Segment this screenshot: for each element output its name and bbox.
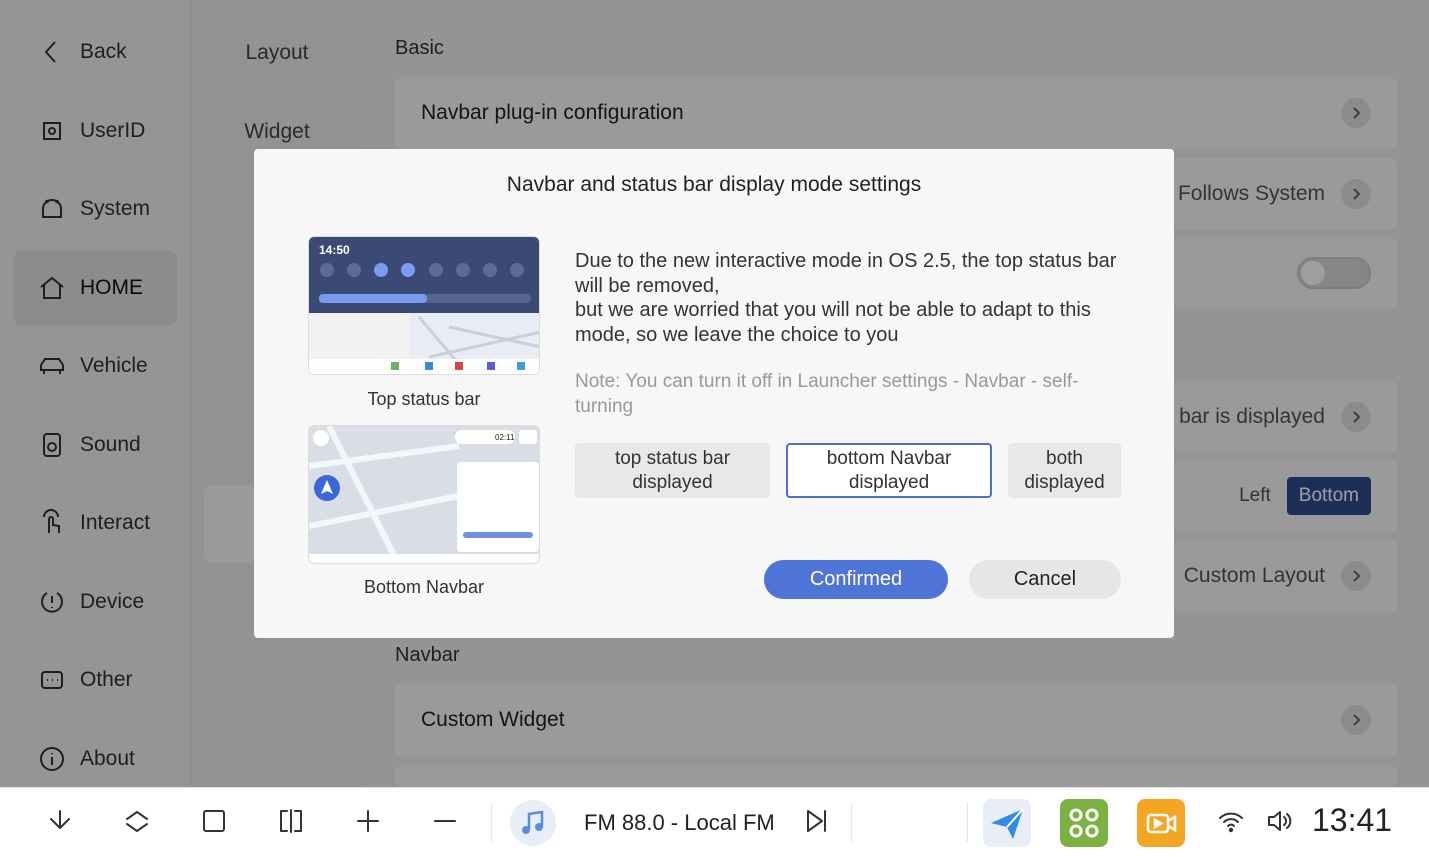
square-icon[interactable]: [197, 804, 231, 838]
split-screen-icon[interactable]: [274, 804, 308, 838]
dialog-note: Note: You can turn it off in Launcher se…: [575, 371, 1079, 417]
apps-grid-icon[interactable]: [1060, 799, 1108, 847]
navigation-app-icon[interactable]: [983, 799, 1031, 847]
dialog-title: Navbar and status bar display mode setti…: [506, 173, 922, 196]
bottom-navbar-label: Bottom Navbar: [363, 577, 485, 597]
wifi-icon[interactable]: [1214, 804, 1248, 838]
video-app-icon[interactable]: [1137, 799, 1185, 847]
option-bottom-navbar[interactable]: bottom Navbar displayed: [786, 443, 992, 498]
top-status-bar-preview[interactable]: 14:50: [308, 236, 540, 375]
now-playing-label[interactable]: FM 88.0 - Local FM: [584, 810, 775, 836]
description-line-2: but we are worried that you will not be …: [575, 299, 1091, 346]
clock: 13:41: [1312, 802, 1393, 838]
bottom-navbar: FM 88.0 - Local FM 13:41: [0, 787, 1429, 857]
option-top-status-bar[interactable]: top status bar displayed: [575, 443, 770, 498]
confirm-button[interactable]: Confirmed: [764, 560, 948, 599]
separator: [851, 802, 852, 842]
option-both[interactable]: both displayed: [1008, 443, 1121, 498]
separator: [967, 802, 968, 842]
dialog-description: Due to the new interactive mode in OS 2.…: [575, 249, 1135, 347]
plus-icon[interactable]: [351, 804, 385, 838]
settings-app: Back UserID System HOME Vehicle Sound In…: [0, 0, 1429, 787]
separator: [491, 802, 492, 842]
preview-time: 02:11: [495, 433, 515, 442]
skip-next-icon[interactable]: [799, 804, 833, 838]
bottom-navbar-preview[interactable]: 02:11: [308, 425, 540, 564]
volume-icon[interactable]: [1262, 804, 1296, 838]
preview-time: 14:50: [319, 243, 350, 257]
description-line-1: Due to the new interactive mode in OS 2.…: [575, 250, 1117, 297]
display-mode-dialog: Navbar and status bar display mode setti…: [254, 149, 1174, 638]
minus-icon[interactable]: [428, 804, 462, 838]
music-icon[interactable]: [510, 800, 556, 846]
top-status-bar-label: Top status bar: [367, 389, 481, 409]
cancel-button[interactable]: Cancel: [969, 560, 1121, 599]
chevron-down-icon[interactable]: [43, 804, 77, 838]
expand-icon[interactable]: [120, 804, 154, 838]
